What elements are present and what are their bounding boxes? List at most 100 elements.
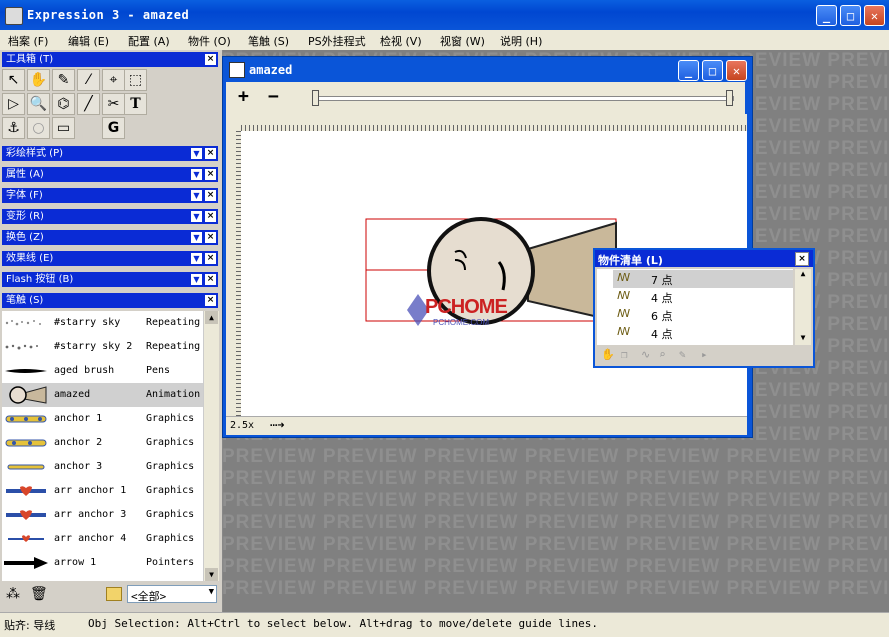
dropdown-icon[interactable]: ▼ <box>191 148 202 159</box>
close-button[interactable]: ✕ <box>864 5 885 26</box>
close-icon[interactable]: × <box>795 252 809 266</box>
app-icon[interactable] <box>5 7 23 25</box>
object-list-item[interactable]: ꟿ 7 点 <box>613 270 793 288</box>
zoom-in-button[interactable]: + <box>238 86 249 107</box>
marquee-tool-icon[interactable]: ⬚ <box>124 69 147 91</box>
brush-row[interactable]: #starry sky Repeating <box>2 311 203 335</box>
select-tool-icon[interactable]: ↖ <box>2 69 25 91</box>
zoom-out-button[interactable]: − <box>268 86 279 107</box>
brush-list-scrollbar[interactable]: ▲ ▼ <box>203 311 219 581</box>
panel-header-font[interactable]: 字体 (F) ▼ × <box>2 188 218 203</box>
panel-header-stroke[interactable]: 笔触 (S) × <box>2 293 218 308</box>
view-mode-icon[interactable]: ⋯➜ <box>270 418 284 432</box>
dropdown-icon[interactable]: ▼ <box>191 253 202 264</box>
panel-header-colorstyle[interactable]: 彩绘样式 (P) ▼ × <box>2 146 218 161</box>
pen-tool-icon[interactable]: ⌖ <box>102 69 125 91</box>
close-icon[interactable]: × <box>205 232 216 243</box>
zoom-level[interactable]: 2.5x <box>230 420 254 431</box>
hand-icon[interactable]: ✋ <box>601 348 615 361</box>
anchor-tool-icon[interactable]: ⚓ <box>2 117 25 139</box>
brush-row[interactable]: anchor 2 Graphics <box>2 431 203 455</box>
brush-row[interactable]: arr anchor 3 Graphics <box>2 503 203 527</box>
timeline-track[interactable] <box>314 96 734 101</box>
menu-plugins[interactable]: PS外挂程式 <box>308 33 366 49</box>
brush-row[interactable]: anchor 1 Graphics <box>2 407 203 431</box>
document-icon <box>229 62 245 78</box>
folder-icon[interactable] <box>106 587 122 601</box>
dropdown-icon[interactable]: ▼ <box>191 211 202 222</box>
close-icon[interactable]: × <box>205 169 216 180</box>
brush-row[interactable]: aged brush Pens <box>2 359 203 383</box>
lasso-tool-icon[interactable]: ○ <box>27 117 50 139</box>
close-icon[interactable]: × <box>205 190 216 201</box>
dropdown-icon[interactable]: ▼ <box>191 232 202 243</box>
panel-header-transform[interactable]: 变形 (R) ▼ × <box>2 209 218 224</box>
brush-row[interactable]: arr anchor 4 Graphics <box>2 527 203 551</box>
knife-tool-icon[interactable]: ╱ <box>77 93 100 115</box>
panel-header-colorswap[interactable]: 换色 (Z) ▼ × <box>2 230 218 245</box>
eyedropper-tool-icon[interactable]: ⁄ <box>77 69 100 91</box>
play-icon[interactable]: ▸ <box>701 348 708 361</box>
brush-row[interactable]: arrow 1 Pointers <box>2 551 203 575</box>
scissors-tool-icon[interactable]: ✂ <box>102 93 125 115</box>
scroll-up-icon[interactable]: ▲ <box>205 311 218 324</box>
menu-arrange[interactable]: 配置 (A) <box>128 33 170 49</box>
panel-header-properties[interactable]: 属性 (A) ▼ × <box>2 167 218 182</box>
minimize-button[interactable]: _ <box>816 5 837 26</box>
maximize-button[interactable]: □ <box>840 5 861 26</box>
scroll-down-icon[interactable]: ▼ <box>796 333 810 345</box>
scroll-down-icon[interactable]: ▼ <box>205 568 218 581</box>
dropdown-icon[interactable]: ▼ <box>191 190 202 201</box>
brush-row[interactable]: arr anchor 1 Graphics <box>2 479 203 503</box>
close-icon[interactable]: × <box>205 274 216 285</box>
brush-row[interactable]: amazed Animation <box>2 383 203 407</box>
menu-object[interactable]: 物件 (O) <box>188 33 231 49</box>
dropdown-icon[interactable]: ▼ <box>191 274 202 285</box>
doc-maximize-button[interactable]: □ <box>702 60 723 81</box>
brush-row[interactable]: #starry sky 2 Repeating <box>2 335 203 359</box>
menu-edit[interactable]: 编辑 (E) <box>68 33 109 49</box>
close-icon[interactable]: × <box>205 295 216 306</box>
timeline-start-handle[interactable] <box>312 90 319 106</box>
zoom-tool-icon[interactable]: 🔍 <box>27 93 50 115</box>
brush-tool-icon[interactable]: ✎ <box>52 69 75 91</box>
close-icon[interactable]: × <box>205 253 216 264</box>
object-list-item[interactable]: ꟿ 4 点 <box>613 324 793 342</box>
menu-window[interactable]: 视窗 (W) <box>440 33 485 49</box>
node-tool-icon[interactable]: ⌬ <box>52 93 75 115</box>
menu-help[interactable]: 说明 (H) <box>500 33 542 49</box>
rectangle-tool-icon[interactable]: ▭ <box>52 117 75 139</box>
dropdown-icon[interactable]: ▼ <box>191 169 202 180</box>
hand-tool-icon[interactable]: ✋ <box>27 69 50 91</box>
close-icon[interactable]: × <box>205 211 216 222</box>
doc-close-button[interactable]: ✕ <box>726 60 747 81</box>
heart-arrow-icon <box>6 486 46 496</box>
brush-list[interactable]: #starry sky Repeating #starry sky 2 Repe… <box>2 311 203 581</box>
direct-select-tool-icon[interactable]: ▷ <box>2 93 25 115</box>
object-list-item[interactable]: ꟿ 6 点 <box>613 306 793 324</box>
brush-row[interactable]: anchor 3 Graphics <box>2 455 203 479</box>
new-brush-icon[interactable]: ⁂ <box>6 586 20 602</box>
zoom-icon[interactable]: ⌕ <box>659 348 666 361</box>
copy-icon[interactable]: ❐ <box>621 348 628 361</box>
object-list-scrollbar[interactable]: ▲ ▼ <box>795 269 811 345</box>
doc-minimize-button[interactable]: _ <box>678 60 699 81</box>
trash-icon[interactable]: 🗑 <box>30 586 48 602</box>
brush-filter-select[interactable]: <全部> ▼ <box>127 585 217 603</box>
path-icon[interactable]: ∿ <box>641 348 650 361</box>
panel-header-effectline[interactable]: 效果线 (E) ▼ × <box>2 251 218 266</box>
menu-stroke[interactable]: 笔触 (S) <box>248 33 289 49</box>
panel-header-flash[interactable]: Flash 按钮 (B) ▼ × <box>2 272 218 287</box>
rotate-tool-icon[interactable]: G <box>102 117 125 139</box>
menu-file[interactable]: 档案 (F) <box>8 33 48 49</box>
scroll-up-icon[interactable]: ▲ <box>796 269 810 281</box>
menu-view[interactable]: 检视 (V) <box>380 33 422 49</box>
object-list-item[interactable]: ꟿ 4 点 <box>613 288 793 306</box>
edit-icon[interactable]: ✎ <box>679 348 686 361</box>
close-icon[interactable]: × <box>205 54 216 65</box>
close-icon[interactable]: × <box>205 148 216 159</box>
timeline-end-handle[interactable] <box>726 90 733 106</box>
panel-header-toolbox[interactable]: 工具箱 (T) × <box>2 52 218 67</box>
text-tool-icon[interactable]: T <box>124 93 147 115</box>
watermark-row: PREVIEW PREVIEW PREVIEW PREVIEW PREVIEW … <box>222 468 889 489</box>
